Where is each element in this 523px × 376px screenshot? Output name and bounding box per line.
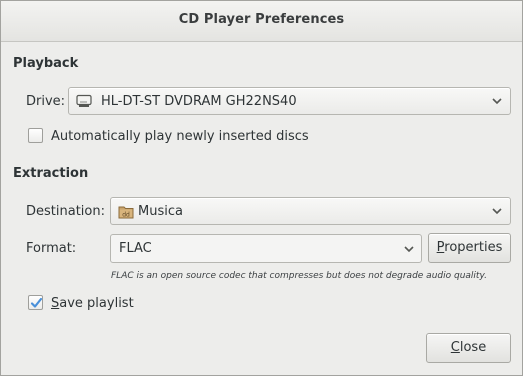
format-value: FLAC — [119, 241, 152, 256]
titlebar[interactable]: CD Player Preferences — [1, 1, 522, 42]
close-label: lose — [459, 340, 487, 355]
drive-combo[interactable]: HL-DT-ST DVDRAM GH22NS40 — [68, 87, 511, 115]
preferences-dialog: CD Player Preferences Playback Drive: HL… — [0, 0, 523, 376]
checkmark-icon — [30, 297, 43, 308]
close-mnemonic: C — [450, 340, 460, 355]
format-combo[interactable]: FLAC — [110, 234, 422, 263]
playback-section-title: Playback — [13, 56, 79, 71]
music-folder-icon: dd — [118, 206, 134, 219]
format-label: Format: — [26, 241, 77, 256]
save-playlist-checkbox[interactable] — [28, 295, 43, 310]
chevron-down-icon — [404, 246, 414, 253]
harddisk-icon — [76, 94, 92, 107]
drive-label: Drive: — [26, 94, 66, 109]
properties-label: roperties — [444, 240, 503, 255]
save-playlist-text: ave playlist — [59, 296, 134, 311]
autoplay-checkbox[interactable] — [28, 128, 43, 143]
format-description: FLAC is an open source codec that compre… — [111, 271, 487, 281]
chevron-down-icon — [492, 98, 502, 105]
drive-value: HL-DT-ST DVDRAM GH22NS40 — [101, 94, 297, 109]
chevron-down-icon — [492, 208, 502, 215]
save-playlist-label[interactable]: Save playlist — [51, 296, 134, 311]
svg-text:dd: dd — [122, 212, 130, 219]
destination-value: Musica — [138, 204, 183, 219]
destination-label: Destination: — [26, 204, 105, 219]
properties-button[interactable]: Properties — [428, 233, 511, 263]
window-title: CD Player Preferences — [178, 12, 345, 27]
destination-combo[interactable]: dd Musica — [110, 197, 511, 225]
extraction-section-title: Extraction — [13, 166, 89, 181]
autoplay-label[interactable]: Automatically play newly inserted discs — [51, 129, 309, 144]
close-button[interactable]: Close — [426, 333, 511, 363]
